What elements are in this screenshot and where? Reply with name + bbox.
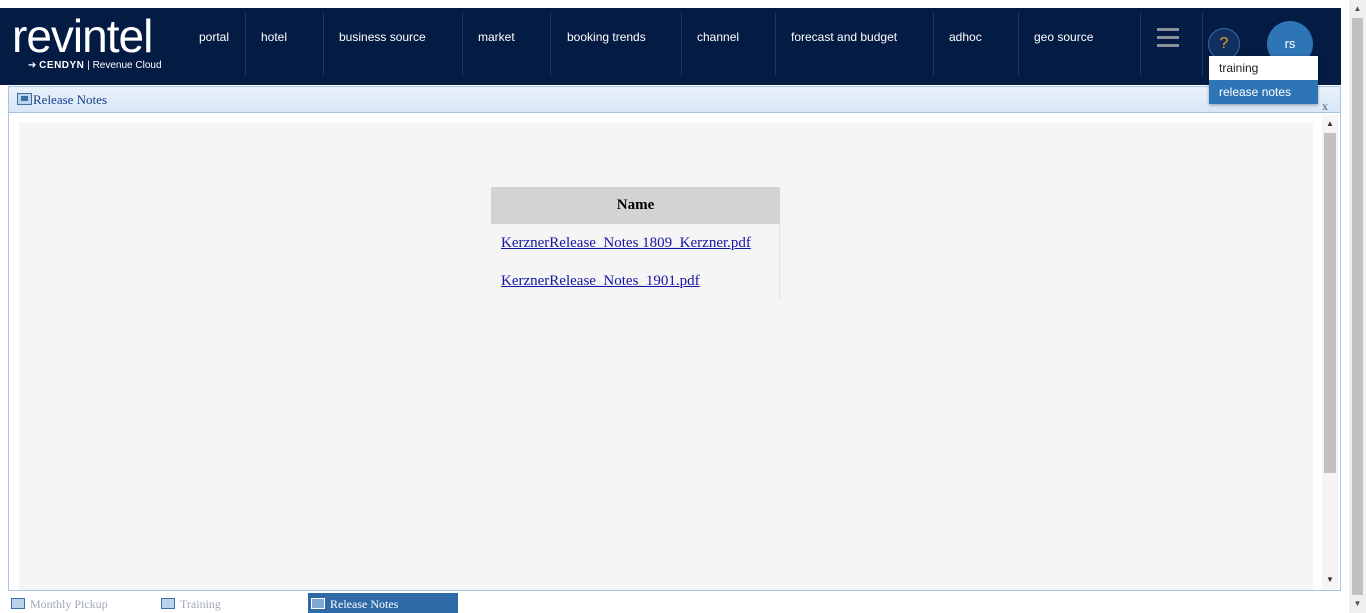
menu-item-training[interactable]: training bbox=[1209, 56, 1318, 80]
task-label: Training bbox=[180, 597, 221, 611]
nav-divider bbox=[1202, 12, 1203, 76]
content-scrollbar[interactable]: ▲ ▼ bbox=[1322, 115, 1338, 589]
file-link[interactable]: KerznerRelease_Notes_1901.pdf bbox=[501, 273, 700, 289]
nav-booking-trends[interactable]: booking trends bbox=[551, 12, 682, 76]
logo-wordmark: revintel bbox=[12, 10, 153, 62]
logo-word-bold: rev bbox=[12, 10, 74, 62]
release-notes-window: Release Notes x Name KerznerRelease_Note… bbox=[8, 86, 1341, 591]
scroll-up-arrow-icon[interactable]: ▲ bbox=[1322, 117, 1338, 131]
nav-geo-source[interactable]: geo source bbox=[1019, 12, 1141, 76]
logo-brand: CENDYN bbox=[39, 60, 85, 71]
window-icon bbox=[17, 93, 32, 105]
nav-adhoc[interactable]: adhoc bbox=[934, 12, 1019, 76]
task-label: Release Notes bbox=[330, 597, 399, 611]
logo-word-thin: intel bbox=[72, 10, 153, 62]
table-row: KerznerRelease_Notes 1809_Kerzner.pdf bbox=[491, 224, 780, 262]
top-navbar: revintel ➔ CENDYN | Revenue Cloud portal… bbox=[0, 8, 1341, 85]
window-taskbar: Monthly Pickup Training Release Notes bbox=[0, 593, 1341, 613]
nav-channel[interactable]: channel bbox=[682, 12, 776, 76]
logo-separator: | bbox=[87, 60, 90, 71]
scroll-down-arrow-icon[interactable]: ▼ bbox=[1349, 597, 1366, 611]
window-icon bbox=[311, 598, 325, 609]
column-header-name: Name bbox=[491, 187, 780, 224]
nav-forecast-and-budget[interactable]: forecast and budget bbox=[776, 12, 934, 76]
content-scroll-thumb[interactable] bbox=[1324, 133, 1336, 473]
scroll-down-arrow-icon[interactable]: ▼ bbox=[1322, 573, 1338, 587]
page-scroll-thumb[interactable] bbox=[1352, 18, 1363, 595]
cendyn-arrow-icon: ➔ bbox=[28, 60, 37, 71]
logo-product: Revenue Cloud bbox=[92, 60, 162, 71]
window-icon bbox=[11, 598, 25, 609]
nav-portal[interactable]: portal bbox=[190, 12, 246, 76]
window-titlebar[interactable]: Release Notes x bbox=[9, 87, 1340, 113]
window-icon bbox=[161, 598, 175, 609]
table-row: KerznerRelease_Notes_1901.pdf bbox=[491, 262, 780, 300]
nav-market[interactable]: market bbox=[463, 12, 551, 76]
task-training[interactable]: Training bbox=[158, 593, 221, 613]
logo-subtitle: ➔ CENDYN | Revenue Cloud bbox=[28, 60, 162, 71]
task-release-notes[interactable]: Release Notes bbox=[308, 593, 458, 613]
release-notes-table: Name KerznerRelease_Notes 1809_Kerzner.p… bbox=[491, 187, 780, 300]
nav-business-source[interactable]: business source bbox=[324, 12, 463, 76]
page-scrollbar[interactable]: ▲ ▼ bbox=[1349, 0, 1366, 613]
revintel-logo[interactable]: revintel ➔ CENDYN | Revenue Cloud bbox=[12, 10, 182, 80]
task-label: Monthly Pickup bbox=[30, 597, 108, 611]
nav-hotel[interactable]: hotel bbox=[246, 12, 324, 76]
window-title: Release Notes bbox=[33, 92, 108, 107]
hamburger-menu-icon[interactable] bbox=[1157, 28, 1179, 52]
scroll-up-arrow-icon[interactable]: ▲ bbox=[1349, 2, 1366, 16]
menu-item-release-notes[interactable]: release notes bbox=[1209, 80, 1318, 104]
help-dropdown-menu: training release notes bbox=[1209, 56, 1318, 104]
window-content: Name KerznerRelease_Notes 1809_Kerzner.p… bbox=[19, 123, 1313, 590]
task-monthly-pickup[interactable]: Monthly Pickup bbox=[8, 593, 108, 613]
file-link[interactable]: KerznerRelease_Notes 1809_Kerzner.pdf bbox=[501, 235, 751, 251]
